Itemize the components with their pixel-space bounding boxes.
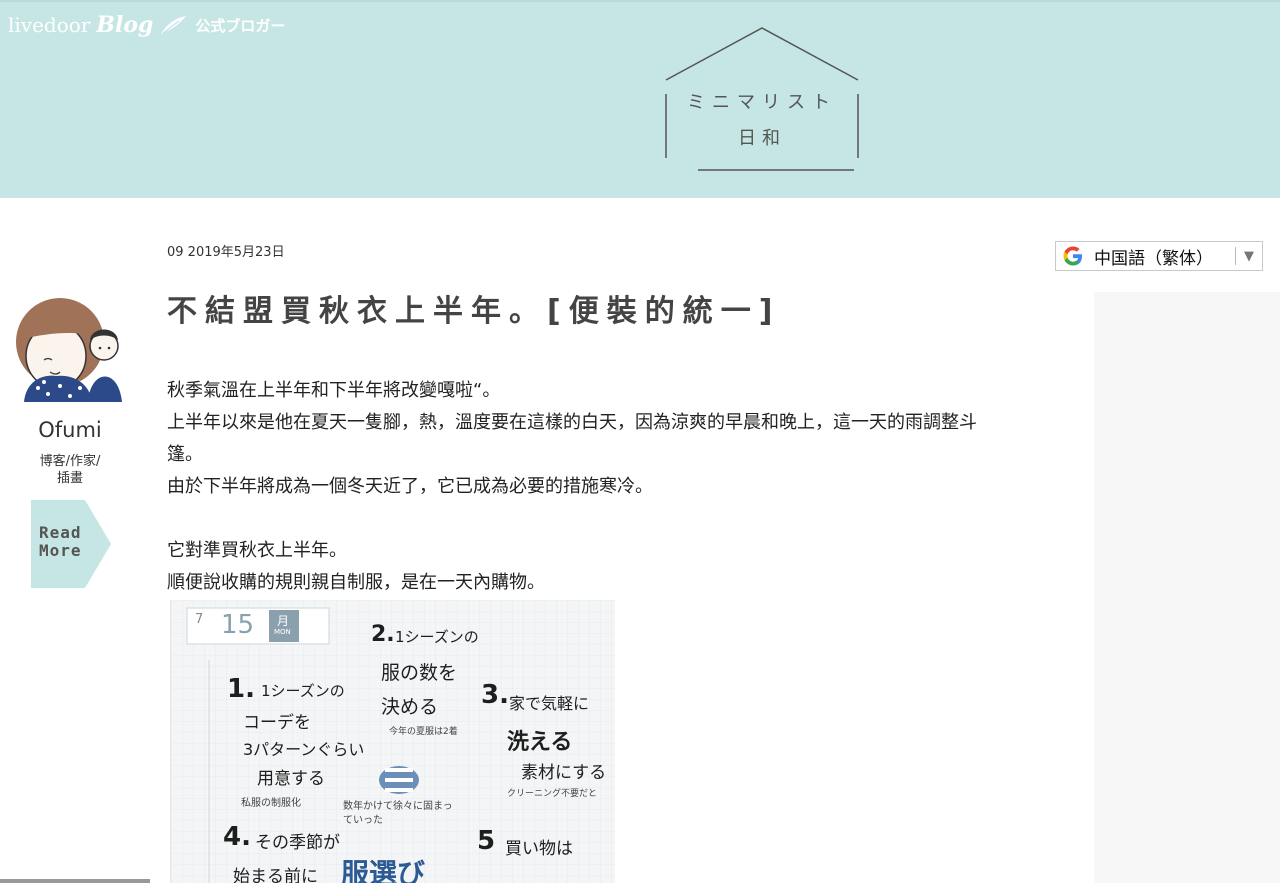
blog-header: livedoor Blog 公式ブロガー ミニマリスト 日和 (0, 0, 1280, 198)
blog-title[interactable]: ミニマリスト (664, 88, 860, 114)
item-2-line: 決める (381, 696, 439, 718)
item-4-line: 始まる前に (233, 867, 318, 883)
author-avatar[interactable] (14, 290, 126, 402)
author-role-line1: 博客/作家/ (39, 454, 101, 469)
item-4-line: その季節が (255, 833, 340, 853)
item-1-number: 1. (227, 674, 255, 704)
item-1-line: 用意する (257, 769, 325, 789)
item-1-note: 私服の制服化 (241, 798, 301, 809)
author-name[interactable]: Ofumi (0, 418, 140, 442)
item-2-note: 今年の夏服は2着 (389, 727, 458, 737)
item-3-line: 家で気軽に (509, 694, 590, 713)
illustration-weekday-en: MON (274, 628, 291, 636)
sidebar-panel (1094, 292, 1280, 883)
item-1-line: 1シーズンの (261, 682, 345, 700)
translate-divider (1235, 247, 1236, 265)
item-2-number: 2. (371, 622, 395, 647)
livedoor-wordmark: livedoor (8, 13, 91, 37)
post-body: 秋季氣溫在上半年和下半年將改變嘎啦“。 上半年以來是他在夏天一隻腳，熱，溫度要在… (167, 375, 1057, 599)
read-more-line1: Read (39, 523, 82, 542)
translate-language-label: 中国語（繁体） (1094, 248, 1213, 269)
body-paragraph: 上半年以來是他在夏天一隻腳，熱，溫度要在這樣的白天，因為涼爽的早晨和晚上，這一天… (167, 412, 977, 433)
illustration-weekday: 月 (277, 614, 290, 628)
blog-wordmark: Blog (96, 12, 154, 38)
item-2-line: 1シーズンの (395, 628, 479, 646)
body-paragraph: 它對準買秋衣上半年。 (167, 540, 347, 561)
item-5-line: 買い物は (505, 839, 573, 859)
read-more-button[interactable]: Read More (31, 500, 111, 588)
body-paragraph: 順便說收購的規則親自制服，是在一天內購物。 (167, 572, 545, 593)
body-paragraph: 由於下半年將成為一個冬天近了，它已成為必要的措施寒冷。 (167, 476, 653, 497)
item-5-number: 5 (477, 826, 496, 856)
feather-icon (161, 16, 187, 34)
google-translate-select[interactable]: 中国語（繁体） ▼ (1055, 241, 1263, 271)
item-4-number: 4. (223, 822, 251, 852)
read-more-label: Read More (39, 524, 99, 560)
item-3-number: 3. (481, 680, 509, 710)
blog-subtitle[interactable]: 日和 (664, 124, 860, 150)
post-title[interactable]: 不結盟買秋衣上半年。[便裝的統一] (167, 286, 1067, 330)
bottom-scroll-shadow (0, 879, 150, 883)
google-g-icon (1063, 246, 1082, 266)
author-role-line2: 插畫 (56, 471, 83, 486)
item-3-line: 素材にする (521, 763, 607, 783)
dropdown-arrow-icon: ▼ (1244, 248, 1254, 264)
illustration-day: 15 (221, 610, 255, 640)
item-1-line: 3パターンぐらい (243, 740, 365, 759)
body-paragraph: 篷。 (167, 444, 203, 465)
body-paragraph: 秋季氣溫在上半年和下半年將改變嘎啦“。 (167, 380, 501, 401)
item-2-line: 服の数を (381, 662, 458, 684)
item-3-line: 洗える (507, 730, 573, 755)
read-more-line2: More (39, 541, 82, 560)
center-note: 数年かけて徐々に固まっていった (343, 801, 453, 826)
item-1-line: コーデを (243, 713, 311, 733)
illustration-month: 7 (195, 612, 204, 627)
post-date: 09 2019年5月23日 (167, 245, 285, 260)
article-illustration[interactable]: 7 15 月 MON 2. 1シーズンの 服の数を 決める 今年の夏服は2着 1… (170, 600, 615, 883)
item-3-note: クリーニング不要だと (507, 789, 598, 799)
official-blogger-label: 公式ブロガー (195, 16, 286, 35)
livedoor-blog-logo[interactable]: livedoor Blog 公式ブロガー (8, 12, 285, 38)
big-text: 服選び (341, 857, 426, 883)
author-role: 博客/作家/ 插畫 (0, 453, 140, 487)
